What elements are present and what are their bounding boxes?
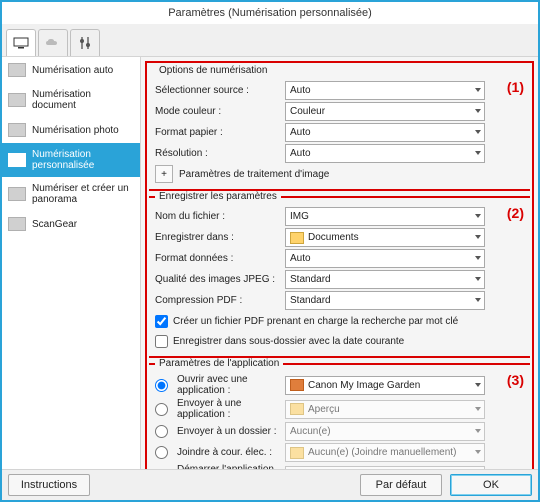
sidebar-item-document[interactable]: Numérisation document	[2, 83, 140, 117]
attach-email-radio[interactable]	[155, 446, 168, 459]
sidebar-item-label: Numérisation document	[32, 89, 134, 111]
color-mode-select[interactable]: Couleur	[285, 102, 485, 121]
annotation-3: (3)	[507, 372, 524, 388]
app-settings-legend: Paramètres de l'application	[155, 358, 283, 369]
tab-source-cloud[interactable]	[38, 29, 68, 56]
data-format-select[interactable]: Auto	[285, 249, 485, 268]
save-in-select[interactable]: Documents	[285, 228, 485, 247]
paper-format-select[interactable]: Auto	[285, 123, 485, 142]
save-settings-legend: Enregistrer les paramètres	[155, 191, 281, 202]
pdf-compression-select[interactable]: Standard	[285, 291, 485, 310]
attach-email-select[interactable]: Aucun(e) (Joindre manuellement)	[285, 443, 485, 462]
window-title: Paramètres (Numérisation personnalisée)	[2, 2, 538, 24]
instructions-button[interactable]: Instructions	[8, 474, 90, 496]
defaults-button[interactable]: Par défaut	[360, 474, 442, 496]
sidebar-item-label: Numérisation auto	[32, 65, 113, 76]
annotation-2: (2)	[507, 205, 524, 221]
folder-icon	[290, 447, 304, 459]
scangear-icon	[8, 217, 26, 231]
send-to-app-select[interactable]: Aperçu	[285, 400, 485, 419]
pdf-compression-label: Compression PDF :	[155, 295, 285, 306]
open-with-app-label: Ouvrir avec une application :	[177, 374, 285, 396]
sidebar-item-custom[interactable]: Numérisation personnalisée	[2, 143, 140, 177]
sidebar-item-label: Numérisation personnalisée	[32, 149, 134, 171]
sidebar-item-photo[interactable]: Numérisation photo	[2, 117, 140, 143]
searchable-pdf-checkbox[interactable]	[155, 315, 168, 328]
folder-icon	[290, 403, 304, 415]
send-to-folder-radio[interactable]	[155, 425, 168, 438]
auto-scan-icon	[8, 63, 26, 77]
computer-icon	[13, 37, 29, 49]
sidebar-item-auto[interactable]: Numérisation auto	[2, 57, 140, 83]
resolution-label: Résolution :	[155, 148, 285, 159]
annotation-1: (1)	[507, 79, 524, 95]
filename-label: Nom du fichier :	[155, 211, 285, 222]
searchable-pdf-checkbox-label[interactable]: Créer un fichier PDF prenant en charge l…	[155, 315, 458, 328]
start-ocr-select[interactable]: Sortie au format texte	[285, 466, 485, 470]
resolution-select[interactable]: Auto	[285, 144, 485, 163]
photo-scan-icon	[8, 123, 26, 137]
paper-format-label: Format papier :	[155, 127, 285, 138]
document-scan-icon	[8, 93, 26, 107]
sidebar-item-panorama[interactable]: Numériser et créer un panorama	[2, 177, 140, 211]
app-icon	[290, 379, 304, 391]
sidebar-item-scangear[interactable]: ScanGear	[2, 211, 140, 237]
send-to-app-radio[interactable]	[155, 403, 168, 416]
save-in-label: Enregistrer dans :	[155, 232, 285, 243]
jpeg-quality-select[interactable]: Standard	[285, 270, 485, 289]
send-to-app-label: Envoyer à une application :	[177, 398, 285, 420]
source-label: Sélectionner source :	[155, 85, 285, 96]
attach-email-label: Joindre à cour. élec. :	[177, 447, 272, 458]
cloud-icon	[45, 37, 61, 49]
sliders-icon	[77, 36, 93, 50]
sidebar-item-label: Numérisation photo	[32, 125, 119, 136]
ok-button[interactable]: OK	[450, 474, 532, 496]
expand-image-settings-button[interactable]: +	[155, 165, 173, 183]
source-select[interactable]: Auto	[285, 81, 485, 100]
jpeg-quality-label: Qualité des images JPEG :	[155, 274, 285, 285]
subfolder-date-checkbox[interactable]	[155, 335, 168, 348]
send-to-folder-label: Envoyer à un dossier :	[177, 426, 277, 437]
color-mode-label: Mode couleur :	[155, 106, 285, 117]
scan-options-group: Options de numérisation (1) Sélectionner…	[149, 65, 530, 191]
open-with-app-radio[interactable]	[155, 379, 168, 392]
topbar	[2, 24, 538, 57]
start-ocr-label: Démarrer l'application OCR :	[177, 464, 285, 469]
scan-options-legend: Options de numérisation	[155, 65, 271, 76]
send-to-folder-select[interactable]: Aucun(e)	[285, 422, 485, 441]
sidebar-item-label: Numériser et créer un panorama	[32, 183, 134, 205]
start-ocr-radio[interactable]	[155, 469, 168, 470]
tab-tools[interactable]	[70, 29, 100, 56]
tab-source-computer[interactable]	[6, 29, 36, 56]
app-settings-group: Paramètres de l'application (3) Ouvrir a…	[149, 358, 530, 469]
subfolder-date-checkbox-label[interactable]: Enregistrer dans sous-dossier avec la da…	[155, 335, 404, 348]
folder-icon	[290, 232, 304, 244]
sidebar-item-label: ScanGear	[32, 219, 77, 230]
save-settings-group: Enregistrer les paramètres (2) Nom du fi…	[149, 191, 530, 358]
custom-scan-icon	[8, 153, 26, 167]
open-with-app-select[interactable]: Canon My Image Garden	[285, 376, 485, 395]
data-format-label: Format données :	[155, 253, 285, 264]
panorama-scan-icon	[8, 187, 26, 201]
footer: Instructions Par défaut OK	[2, 469, 538, 500]
image-settings-label: Paramètres de traitement d'image	[179, 169, 329, 180]
sidebar: Numérisation auto Numérisation document …	[2, 57, 141, 469]
filename-input[interactable]: IMG	[285, 207, 485, 226]
